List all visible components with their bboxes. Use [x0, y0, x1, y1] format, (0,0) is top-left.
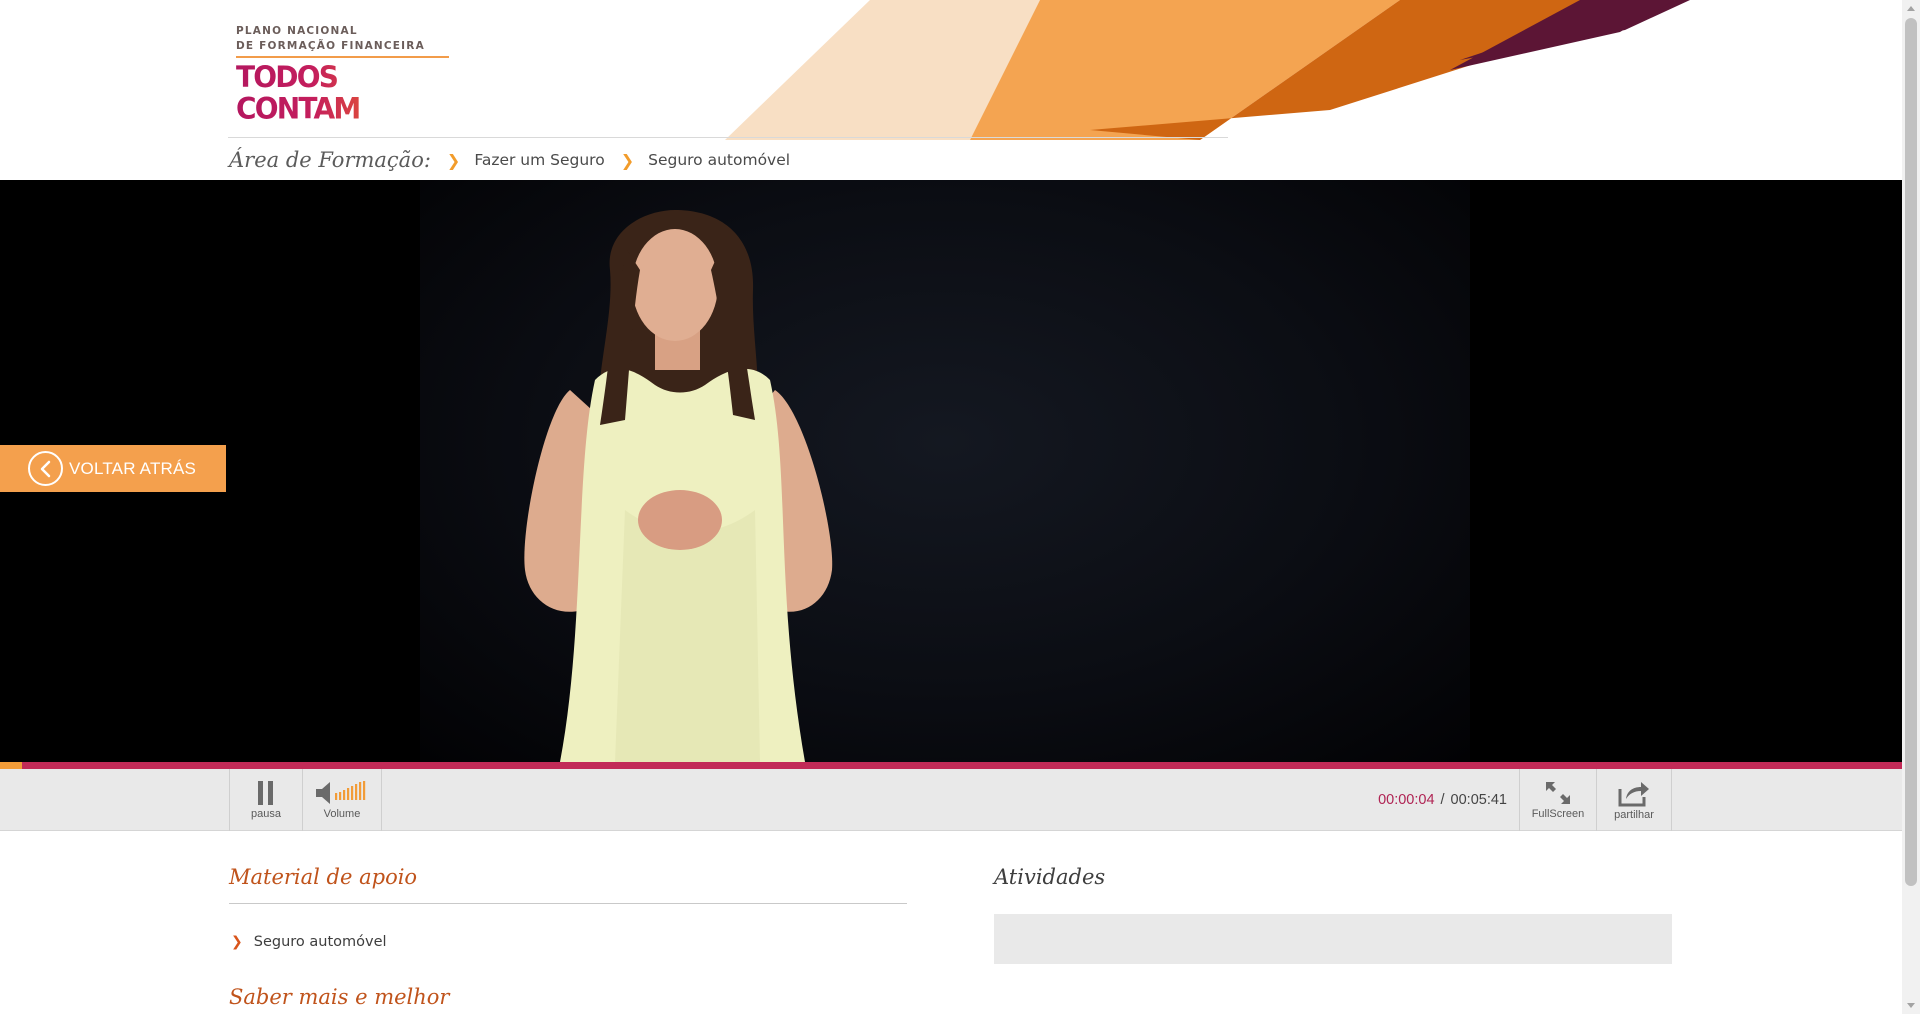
saber-mais-heading: Saber mais e melhor [229, 985, 450, 1009]
material-item-label: Seguro automóvel [253, 934, 387, 950]
pause-button[interactable]: pausa [229, 769, 303, 831]
logo-line-1: PLANO NACIONAL [236, 25, 358, 37]
video-progress-bar[interactable] [0, 762, 1902, 769]
share-button[interactable]: partilhar [1596, 769, 1672, 831]
scroll-down-arrow-icon[interactable] [1907, 1003, 1915, 1008]
back-button[interactable]: VOLTAR ATRÁS [0, 445, 226, 492]
volume-icon [316, 781, 366, 804]
pause-icon [258, 781, 273, 805]
fullscreen-button[interactable]: FullScreen [1519, 769, 1597, 831]
volume-label: Volume [323, 808, 361, 820]
time-separator: / [1440, 792, 1445, 808]
fullscreen-icon [1546, 782, 1570, 804]
breadcrumb: Área de Formação: ❯ Fazer um Seguro ❯ Se… [229, 145, 790, 175]
chevron-right-icon: ❯ [231, 934, 243, 950]
header-banner-graphic [725, 0, 1690, 140]
material-item-seguro-automovel[interactable]: ❯ Seguro automóvel [231, 934, 387, 950]
material-de-apoio-heading: Material de apoio [229, 865, 418, 889]
material-divider [229, 903, 907, 904]
breadcrumb-item-fazer-um-seguro[interactable]: Fazer um Seguro [474, 151, 604, 169]
breadcrumb-chevron-icon: ❯ [620, 150, 635, 170]
logo-line-2: DE FORMAÇÃO FINANCEIRA [236, 40, 425, 52]
back-arrow-icon [28, 451, 63, 486]
page-scrollbar[interactable] [1902, 0, 1920, 1014]
site-header: PLANO NACIONAL DE FORMAÇÃO FINANCEIRA TO… [0, 0, 1920, 180]
header-divider [228, 137, 1228, 138]
presenter-face [632, 229, 718, 341]
scrollbar-thumb[interactable] [1905, 18, 1917, 886]
time-current: 00:00:04 [1378, 792, 1435, 808]
logo-rule [236, 56, 449, 58]
volume-button[interactable]: Volume [302, 769, 382, 831]
breadcrumb-chevron-icon: ❯ [446, 150, 461, 170]
todos-contam-logo[interactable]: PLANO NACIONAL DE FORMAÇÃO FINANCEIRA TO… [236, 24, 456, 124]
back-button-label: VOLTAR ATRÁS [69, 458, 197, 478]
time-display: 00:00:04 / 00:05:41 [1378, 769, 1507, 831]
atividades-panel [994, 914, 1672, 964]
presenter-video-frame [524, 210, 833, 762]
logo-wordmark: TODOS CONTAM [236, 61, 456, 125]
fullscreen-label: FullScreen [1531, 808, 1585, 820]
time-total: 00:05:41 [1450, 792, 1507, 808]
pause-label: pausa [251, 808, 281, 820]
scroll-up-arrow-icon[interactable] [1907, 6, 1915, 11]
presenter-hands [638, 490, 722, 550]
video-progress-fill [0, 762, 23, 769]
video-player[interactable]: VOLTAR ATRÁS [0, 180, 1902, 762]
video-controls-bar: pausa Volume 00:00:04 / 00:05:41 FullScr… [0, 769, 1902, 831]
share-label: partilhar [1614, 809, 1654, 821]
breadcrumb-item-seguro-automovel[interactable]: Seguro automóvel [648, 151, 790, 169]
breadcrumb-title: Área de Formação: [229, 148, 431, 172]
atividades-heading: Atividades [994, 865, 1106, 889]
share-icon [1618, 782, 1649, 807]
